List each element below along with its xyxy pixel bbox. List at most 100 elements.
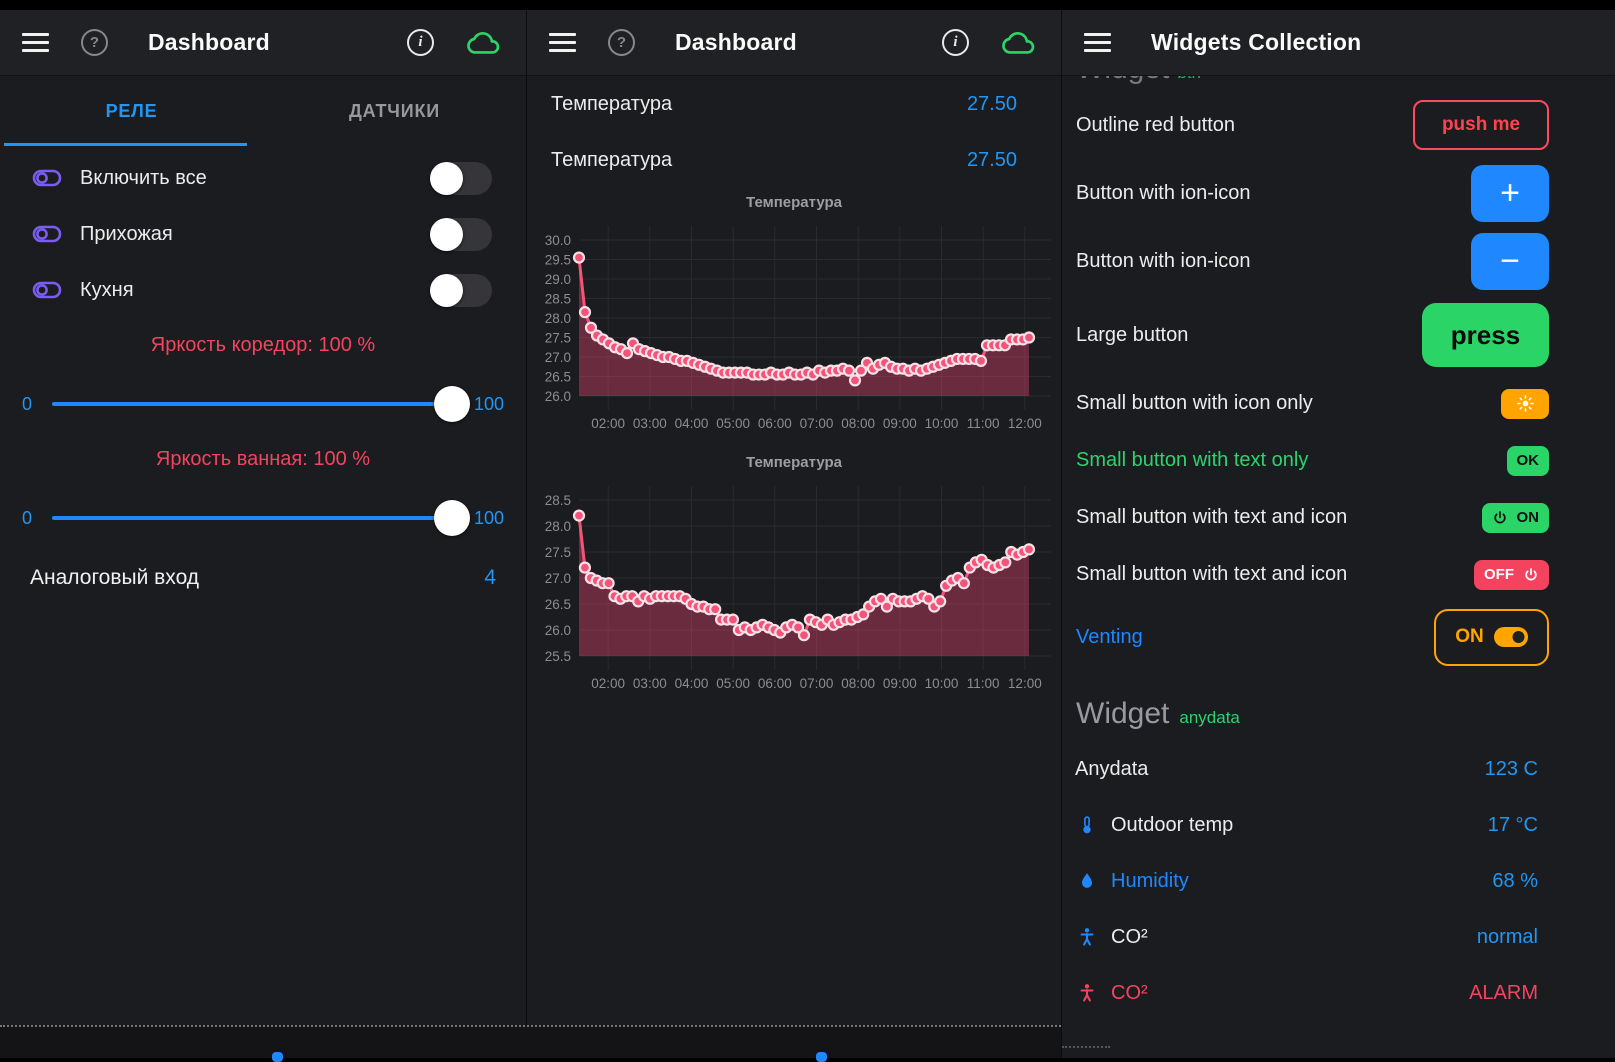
slider-thumb[interactable] bbox=[434, 500, 470, 536]
svg-text:04:00: 04:00 bbox=[675, 416, 709, 431]
ok-button[interactable]: OK bbox=[1507, 446, 1550, 476]
switch-all[interactable] bbox=[430, 162, 492, 195]
data-row: Outdoor temp 17 °C bbox=[1062, 797, 1615, 853]
svg-text:30.0: 30.0 bbox=[545, 233, 571, 248]
slider-max-label: 100 bbox=[474, 508, 504, 529]
widget-label: Small button with text and icon bbox=[1076, 563, 1474, 586]
slider-min-label: 0 bbox=[22, 508, 42, 529]
switch-row: Включить все bbox=[0, 150, 526, 206]
svg-text:11:00: 11:00 bbox=[967, 676, 1000, 691]
widget-label: Venting bbox=[1076, 626, 1434, 649]
svg-text:03:00: 03:00 bbox=[633, 676, 667, 691]
active-tab-underline bbox=[4, 143, 247, 146]
slider-corridor: 0 100 bbox=[0, 376, 526, 432]
svg-text:02:00: 02:00 bbox=[591, 416, 625, 431]
person-icon bbox=[1075, 981, 1099, 1005]
svg-text:05:00: 05:00 bbox=[716, 676, 750, 691]
svg-text:27.0: 27.0 bbox=[545, 571, 571, 586]
temperature-chart-2: 28.528.027.527.026.526.025.502:0003:0004… bbox=[527, 476, 1061, 704]
help-circle-icon[interactable]: ? bbox=[81, 29, 108, 56]
svg-text:28.0: 28.0 bbox=[545, 311, 571, 326]
switch-label: Прихожая bbox=[80, 223, 430, 246]
data-row: CO² normal bbox=[1062, 909, 1615, 965]
cloud-icon bbox=[464, 29, 504, 57]
clipped-section-heading: Widgetbtn bbox=[1062, 76, 1615, 91]
person-icon bbox=[1075, 925, 1099, 949]
slider-max-label: 100 bbox=[474, 394, 504, 415]
widget-row: Button with ion-icon − bbox=[1062, 227, 1615, 295]
svg-text:06:00: 06:00 bbox=[758, 676, 792, 691]
widget-row: Button with ion-icon + bbox=[1062, 159, 1615, 227]
sun-icon bbox=[1517, 395, 1534, 412]
switch-kitchen[interactable] bbox=[430, 274, 492, 307]
minus-button[interactable]: − bbox=[1471, 233, 1549, 290]
widget-label: Large button bbox=[1076, 324, 1422, 347]
widget-row: Small button with text and icon ON bbox=[1062, 489, 1615, 546]
section-heading-anydata: Widget anydata bbox=[1062, 697, 1615, 741]
data-value: 123 C bbox=[1485, 758, 1538, 781]
svg-text:10:00: 10:00 bbox=[925, 676, 959, 691]
toggle-icon bbox=[32, 280, 62, 300]
page-title: Widgets Collection bbox=[1151, 29, 1361, 56]
power-icon bbox=[1523, 567, 1539, 583]
app-stage: ? Dashboard i РЕЛЕ ДАТЧИКИ Включить все … bbox=[0, 0, 1615, 1058]
switch-hallway[interactable] bbox=[430, 218, 492, 251]
switch-label: Включить все bbox=[80, 167, 430, 190]
data-value: ALARM bbox=[1469, 982, 1538, 1005]
slider-min-label: 0 bbox=[22, 394, 42, 415]
svg-text:26.0: 26.0 bbox=[545, 389, 571, 404]
clipped-widget-peek bbox=[272, 1052, 283, 1062]
dotted-fragment bbox=[1062, 1046, 1110, 1048]
hamburger-icon[interactable] bbox=[549, 33, 576, 52]
svg-text:05:00: 05:00 bbox=[716, 416, 750, 431]
on-button[interactable]: ON bbox=[1482, 503, 1550, 533]
info-circle-icon[interactable]: i bbox=[942, 29, 969, 56]
slider-caption: Яркость ванная: 100 % bbox=[0, 448, 526, 476]
widget-label: Button with ion-icon bbox=[1076, 182, 1471, 205]
switch-row: Прихожая bbox=[0, 206, 526, 262]
sun-button[interactable] bbox=[1501, 389, 1549, 419]
hamburger-icon[interactable] bbox=[1084, 33, 1111, 52]
svg-text:06:00: 06:00 bbox=[758, 416, 792, 431]
switch-row: Кухня bbox=[0, 262, 526, 318]
toggle-icon bbox=[32, 224, 62, 244]
analog-input-label: Аналоговый вход bbox=[30, 566, 484, 590]
help-circle-icon[interactable]: ? bbox=[608, 29, 635, 56]
scroll-edge-strip bbox=[0, 1025, 1061, 1058]
appbar-right: Widgets Collection bbox=[1062, 10, 1615, 76]
page-title: Dashboard bbox=[675, 29, 797, 56]
slider-track[interactable] bbox=[52, 384, 464, 424]
off-button[interactable]: OFF bbox=[1474, 560, 1549, 590]
slider-thumb[interactable] bbox=[434, 386, 470, 422]
press-button[interactable]: press bbox=[1422, 303, 1549, 367]
slider-bathroom: 0 100 bbox=[0, 490, 526, 546]
svg-text:28.0: 28.0 bbox=[545, 519, 571, 534]
cloud-icon bbox=[999, 29, 1039, 57]
data-label: Anydata bbox=[1075, 758, 1485, 781]
venting-toggle-button[interactable]: ON bbox=[1434, 609, 1549, 666]
svg-text:26.0: 26.0 bbox=[545, 623, 571, 638]
svg-text:27.0: 27.0 bbox=[545, 350, 571, 365]
hamburger-icon[interactable] bbox=[22, 33, 49, 52]
svg-text:11:00: 11:00 bbox=[967, 416, 1000, 431]
plus-button[interactable]: + bbox=[1471, 165, 1549, 222]
data-row: Anydata 123 C bbox=[1062, 741, 1615, 797]
data-value: normal bbox=[1477, 926, 1538, 949]
analog-input-value: 4 bbox=[484, 566, 496, 590]
widget-label: Small button with text only bbox=[1076, 449, 1507, 472]
slider-caption: Яркость коредор: 100 % bbox=[0, 334, 526, 362]
widget-row: Small button with icon only bbox=[1062, 375, 1615, 432]
data-value: 68 % bbox=[1492, 870, 1538, 893]
svg-text:27.5: 27.5 bbox=[545, 331, 571, 346]
panel-widgets-collection: Widgets Collection Widgetbtn Outline red… bbox=[1061, 10, 1615, 1058]
tab-relays[interactable]: РЕЛЕ bbox=[0, 76, 263, 146]
info-circle-icon[interactable]: i bbox=[407, 29, 434, 56]
toggle-icon bbox=[32, 168, 62, 188]
push-me-button[interactable]: push me bbox=[1413, 100, 1549, 150]
svg-text:12:00: 12:00 bbox=[1008, 416, 1042, 431]
sensor-label: Температура bbox=[551, 149, 967, 172]
svg-text:28.5: 28.5 bbox=[545, 292, 571, 307]
chart-title: Температура bbox=[527, 194, 1061, 216]
slider-track[interactable] bbox=[52, 498, 464, 538]
tab-sensors[interactable]: ДАТЧИКИ bbox=[263, 76, 526, 146]
